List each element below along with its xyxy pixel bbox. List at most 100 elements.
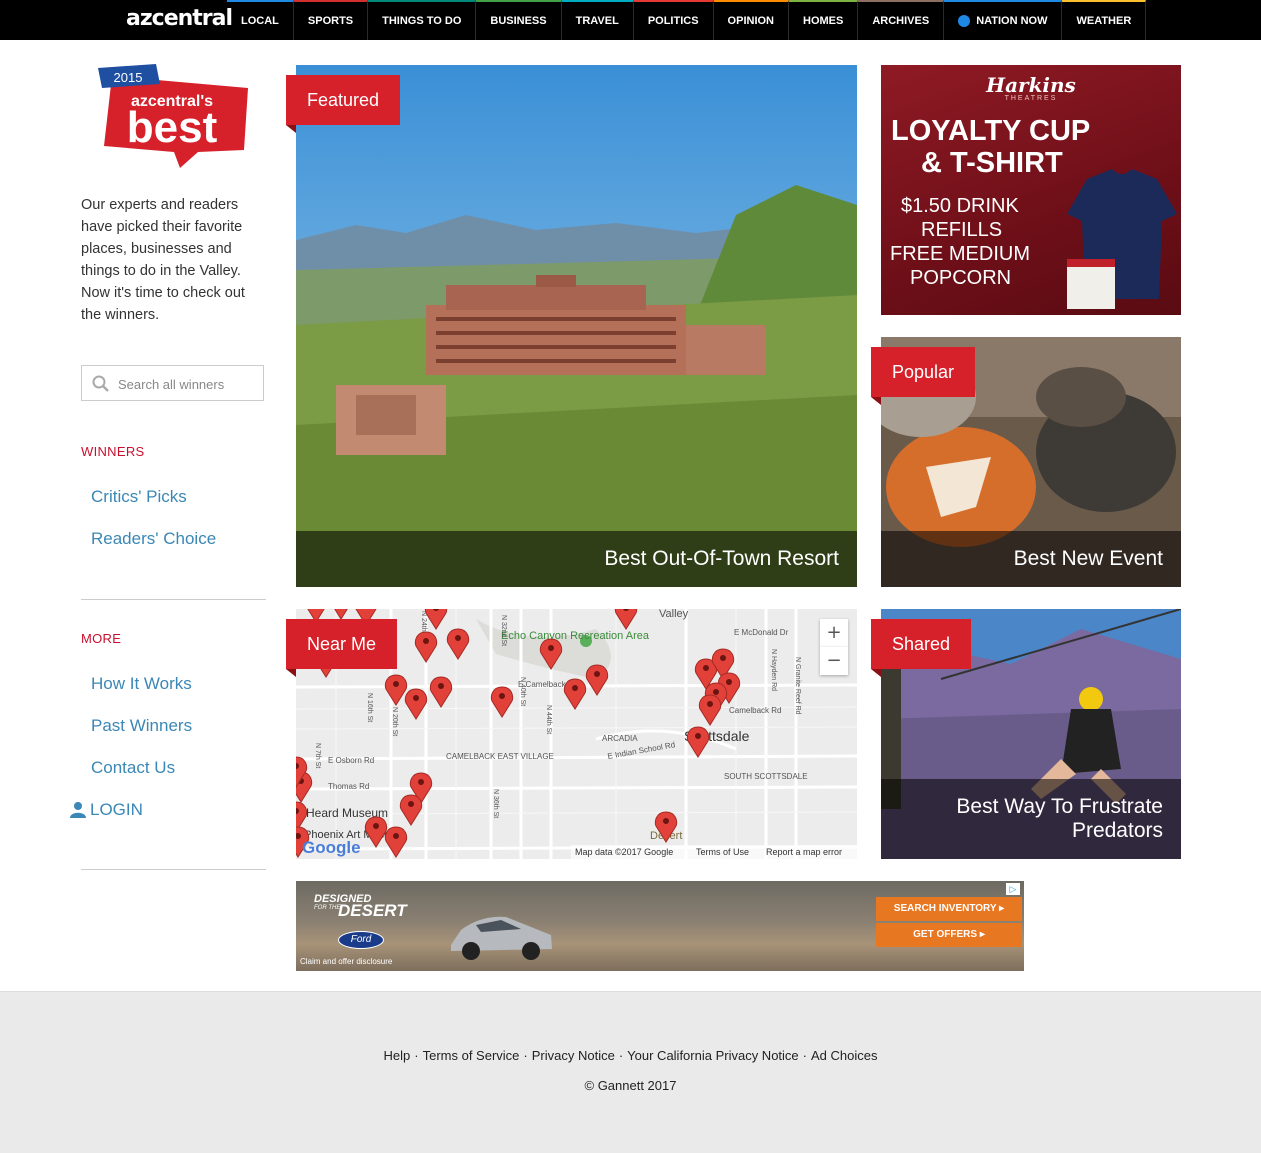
harkins-logo: Harkins (986, 73, 1076, 97)
copyright: © Gannett 2017 (584, 1078, 677, 1093)
login-link[interactable]: LOGIN (69, 800, 143, 820)
zoom-out-button[interactable]: − (820, 647, 848, 675)
critics-picks-link[interactable]: Critics' Picks (91, 487, 187, 507)
nav-item-politics[interactable]: POLITICS (633, 0, 714, 40)
nav-item-label[interactable]: LOCAL (241, 15, 279, 27)
map-label-thomas: Thomas Rd (328, 782, 369, 791)
badge-year: 2015 (114, 70, 143, 85)
nav-item-label[interactable]: TRAVEL (576, 15, 619, 27)
map-terms: Terms of Use (696, 847, 749, 857)
harkins-line3: $1.50 DRINK (901, 195, 1019, 217)
nav-item-label[interactable]: OPINION (728, 15, 774, 27)
map-report: Report a map error (766, 847, 842, 857)
map-label-arcadia: ARCADIA (602, 734, 638, 743)
ford-for-the: FOR THE (314, 905, 341, 911)
login-label[interactable]: LOGIN (90, 800, 143, 820)
badge-word: best (127, 103, 218, 152)
nav-item-label[interactable]: THINGS TO DO (382, 15, 461, 27)
footer-privacy-link[interactable]: Privacy Notice (532, 1048, 615, 1063)
footer-terms-link[interactable]: Terms of Service (423, 1048, 520, 1063)
search-box[interactable] (81, 365, 264, 401)
search-inventory-label[interactable]: SEARCH INVENTORY (894, 903, 997, 914)
map-label-44th: N 44th St (545, 705, 552, 734)
harkins-line6: POPCORN (910, 267, 1012, 289)
search-input[interactable] (116, 372, 260, 396)
nav-item-label[interactable]: NATION NOW (976, 15, 1047, 27)
map-label-osborn: E Osborn Rd (328, 756, 374, 765)
nav-item-label[interactable]: BUSINESS (490, 15, 546, 27)
tshirt-image (1067, 169, 1177, 309)
best-2015-badge: 2015 azcentral's best (98, 64, 248, 168)
nav-item-label[interactable]: POLITICS (648, 15, 699, 27)
footer-help-link[interactable]: Help (384, 1048, 411, 1063)
map-label-mcdonald: E McDonald Dr (734, 628, 789, 637)
harkins-line1: LOYALTY CUP (891, 115, 1091, 147)
get-offers-label[interactable]: GET OFFERS (913, 929, 977, 940)
get-offers-button[interactable]: GET OFFERS ▸ (876, 923, 1022, 947)
harkins-line2: & T-SHIRT (921, 147, 1063, 179)
harkins-sub: THEATRES (1004, 95, 1058, 102)
nav-item-archives[interactable]: ARCHIVES (858, 0, 945, 40)
sidebar-divider-bottom (81, 869, 266, 870)
user-icon (70, 802, 86, 818)
harkins-ad[interactable]: Harkins THEATRES LOYALTY CUP & T-SHIRT $… (881, 65, 1181, 315)
zoom-in-button[interactable]: + (820, 619, 848, 647)
past-winners-link[interactable]: Past Winners (91, 716, 192, 736)
map-label-hayden: N Hayden Rd (770, 649, 777, 691)
nav-item-business[interactable]: BUSINESS (476, 0, 562, 40)
harkins-line5: FREE MEDIUM (890, 243, 1030, 265)
nav-item-travel[interactable]: TRAVEL (561, 0, 634, 40)
featured-tag: Featured (286, 75, 401, 133)
nav-item-homes[interactable]: HOMES (789, 0, 859, 40)
shared-caption: Best Way To Frustrate Predators (881, 779, 1181, 859)
map-label-granite-reef: N Granite Reef Rd (794, 657, 801, 715)
ford-logo: Ford (338, 931, 384, 949)
readers-choice-link[interactable]: Readers' Choice (91, 529, 216, 549)
adchoices-icon[interactable]: ▷ (1006, 883, 1020, 895)
shared-tag: Shared (871, 619, 972, 677)
intro-text: Our experts and readers have picked thei… (81, 197, 245, 323)
winners-heading: WINNERS (81, 444, 145, 459)
shared-caption-line2: Predators (1071, 819, 1163, 842)
top-nav: azcentral LOCAL SPORTS THINGS TO DO BUSINES… (0, 0, 1261, 40)
footer-ca-privacy-link[interactable]: Your California Privacy Notice (627, 1048, 798, 1063)
featured-resort-image (296, 65, 857, 587)
map-attribution: Map data ©2017 Google (575, 847, 673, 857)
nav-item-label[interactable]: ARCHIVES (872, 15, 929, 27)
shared-tile[interactable]: Best Way To Frustrate Predators Shared (871, 609, 1181, 859)
sidebar-divider (81, 599, 266, 600)
nav-item-opinion[interactable]: OPINION (713, 0, 789, 40)
nav-item-nation-now[interactable]: NATION NOW (944, 0, 1063, 40)
more-heading: MORE (81, 631, 122, 646)
map-label-20th: N 20th St (391, 707, 398, 736)
ford-desert: DESERT (338, 901, 407, 920)
nav-item-label[interactable]: HOMES (803, 15, 843, 27)
shared-caption-line1: Best Way To Frustrate (956, 795, 1163, 818)
nav-item-local[interactable]: LOCAL (227, 0, 294, 40)
ford-ad[interactable]: DESIGNED FOR THE DESERT Ford Claim and o… (296, 881, 1024, 971)
search-icon (92, 375, 109, 392)
ford-car-image (451, 916, 552, 960)
nav-item-things-to-do[interactable]: THINGS TO DO (368, 0, 477, 40)
map-label-echo-canyon: Echo Canyon Recreation Area (501, 630, 650, 642)
search-inventory-button[interactable]: SEARCH INVENTORY ▸ (876, 897, 1022, 921)
how-it-works-link[interactable]: How It Works (91, 674, 192, 694)
nav-item-label[interactable]: WEATHER (1076, 15, 1131, 27)
globe-icon (958, 15, 971, 27)
featured-tile[interactable]: Best Out-Of-Town Resort Featured (286, 65, 857, 587)
map-label-7th: N 7th St (314, 743, 321, 768)
ford-disclosure[interactable]: Claim and offer disclosure (300, 957, 392, 966)
near-me-tag: Near Me (286, 619, 398, 677)
map-label-valley: Valley (659, 609, 689, 620)
nav-item-label[interactable]: SPORTS (308, 15, 353, 27)
popular-tile[interactable]: Best New Event Popular (871, 337, 1181, 587)
footer-ad-choices-link[interactable]: Ad Choices (811, 1048, 877, 1063)
nav-items: LOCAL SPORTS THINGS TO DO BUSINESS TRAVEL POL… (227, 0, 1147, 40)
nav-item-sports[interactable]: SPORTS (293, 0, 369, 40)
azcentral-logo[interactable]: azcentral (126, 6, 233, 34)
harkins-line4: REFILLS (921, 219, 1003, 241)
nav-item-weather[interactable]: WEATHER (1062, 0, 1147, 40)
contact-us-link[interactable]: Contact Us (91, 758, 175, 778)
map-label-camelback: Camelback Rd (729, 706, 781, 715)
popular-caption: Best New Event (881, 531, 1181, 587)
